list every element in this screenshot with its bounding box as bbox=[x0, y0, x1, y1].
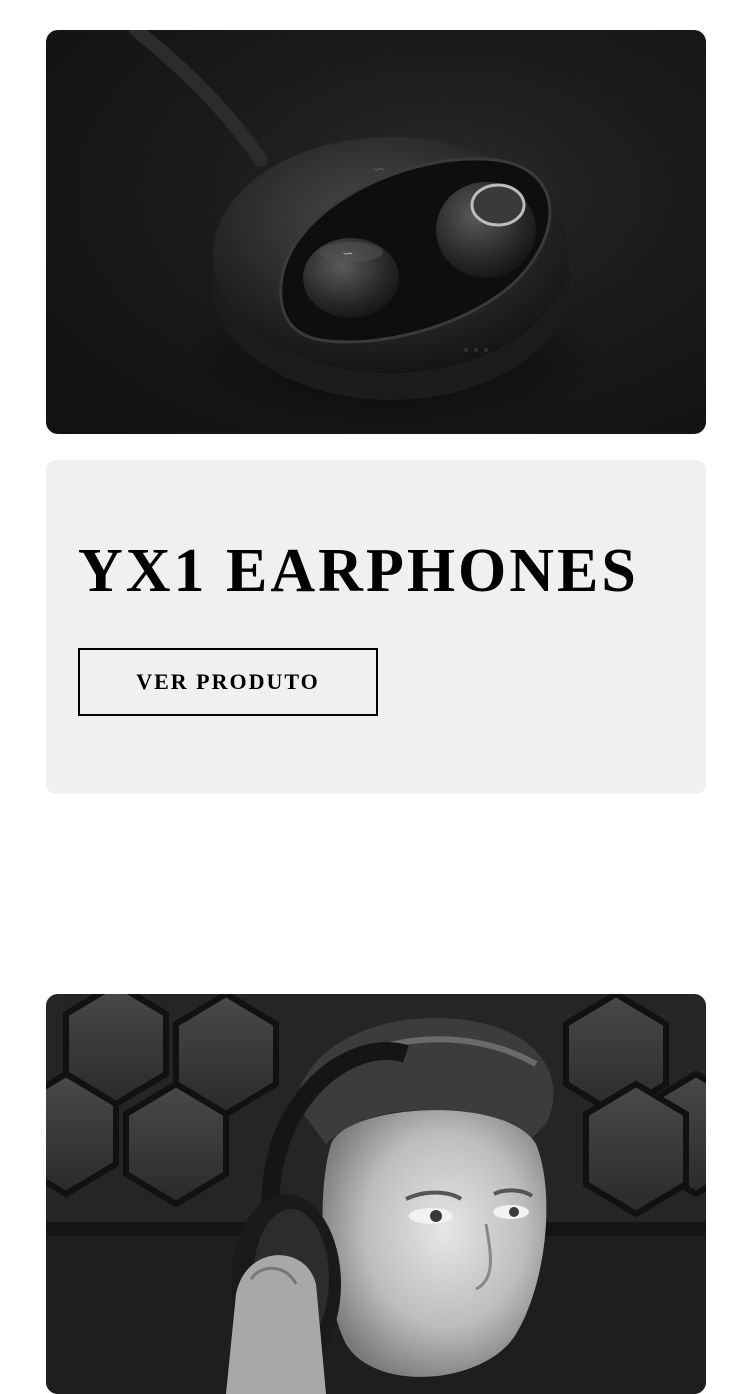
product-card: YX1 EARPHONES VER PRODUTO bbox=[46, 460, 706, 794]
man-with-headphones-illustration bbox=[46, 994, 706, 1394]
view-product-button[interactable]: VER PRODUTO bbox=[78, 648, 378, 716]
product-image-earphones: ∽ ∽ bbox=[46, 30, 706, 434]
product-title: YX1 EARPHONES bbox=[78, 537, 639, 605]
svg-text:∽: ∽ bbox=[342, 246, 354, 262]
svg-text:∽: ∽ bbox=[371, 159, 386, 180]
earphones-case-illustration: ∽ ∽ bbox=[129, 30, 601, 430]
lifestyle-image-headphones bbox=[46, 994, 706, 1394]
